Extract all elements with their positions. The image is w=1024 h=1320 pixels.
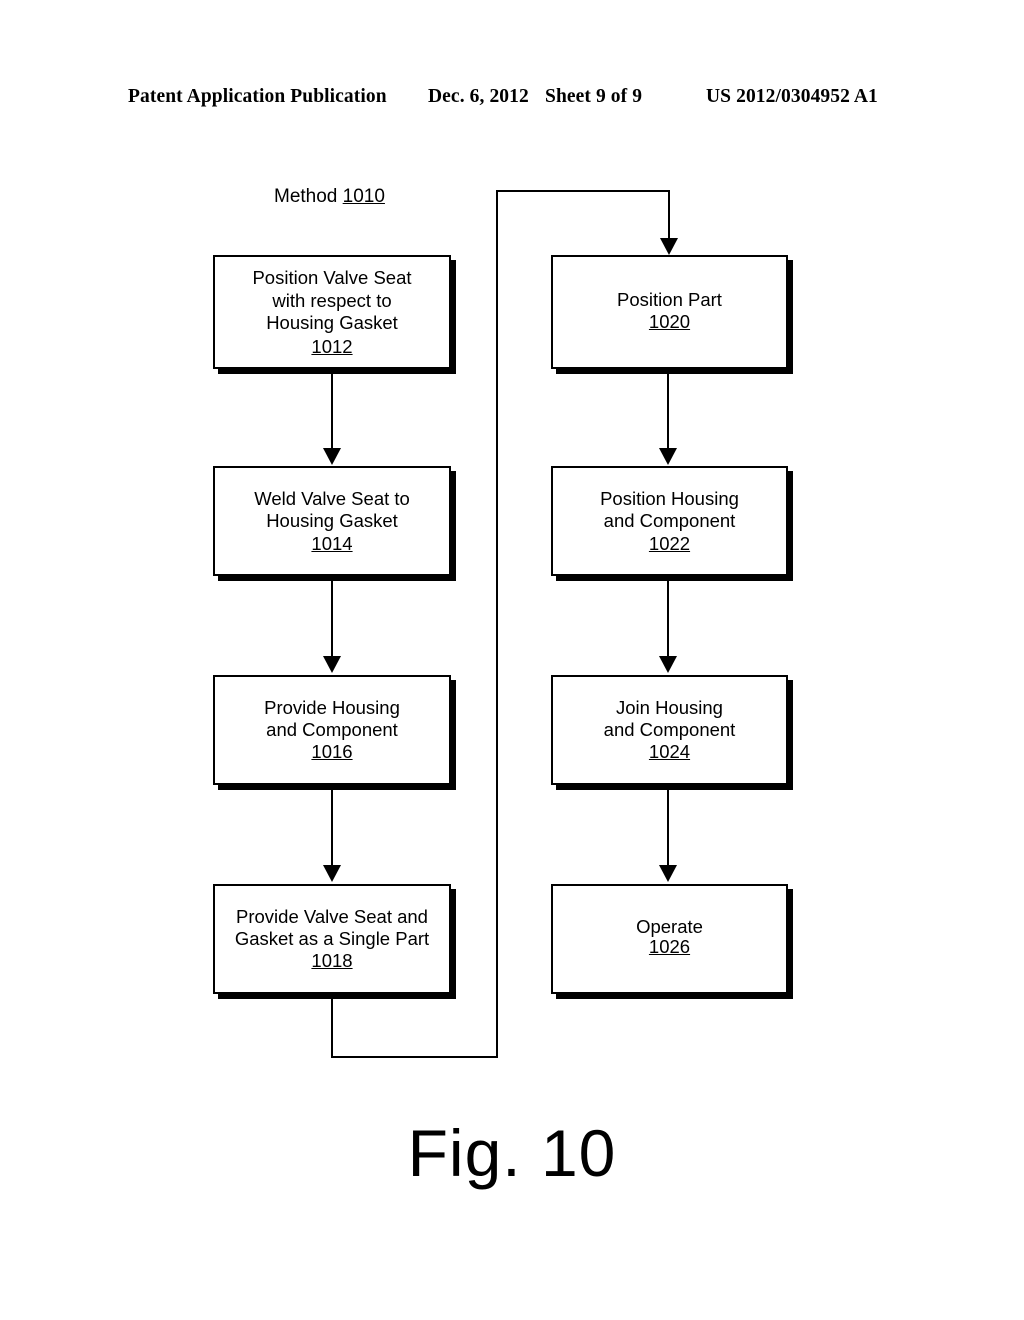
arrowhead-1022-to-1024 — [659, 656, 677, 673]
method-reference-number: 1010 — [342, 186, 385, 207]
process-box-1012-label: Position Valve Seat with respect to Hous… — [252, 267, 412, 334]
arrowhead-1024-to-1026 — [659, 865, 677, 882]
connector-into-1020-vertical — [668, 190, 670, 240]
process-box-1020-reference: 1020 — [648, 311, 691, 332]
connector-1022-to-1024 — [667, 581, 669, 657]
process-box-1014[interactable]: Weld Valve Seat to Housing Gasket — [213, 466, 451, 576]
connector-1024-to-1026 — [667, 790, 669, 866]
connector-1012-to-1014 — [331, 374, 333, 449]
process-box-1016[interactable]: Provide Housing and Component — [213, 675, 451, 785]
process-box-1022-reference: 1022 — [648, 533, 691, 554]
connector-top-horizontal — [496, 190, 670, 192]
process-box-1012-reference: 1012 — [311, 336, 353, 357]
process-box-1024-label: Join Housing and Component — [603, 696, 736, 741]
arrowhead-1012-to-1014 — [323, 448, 341, 465]
process-box-1020-label: Position Part — [617, 288, 722, 310]
connector-1018-down-segment — [331, 999, 333, 1058]
arrowhead-1020-to-1022 — [659, 448, 677, 465]
connector-bottom-horizontal — [331, 1056, 498, 1058]
process-box-1018[interactable]: Provide Valve Seat and Gasket as a Singl… — [213, 884, 451, 994]
process-box-1026-reference: 1026 — [648, 936, 691, 957]
method-label-text: Method — [274, 186, 343, 207]
connector-return-vertical — [496, 190, 498, 1058]
process-box-1016-reference: 1016 — [311, 741, 353, 762]
figure-caption: Fig. 10 — [407, 1116, 617, 1190]
arrowhead-1014-to-1016 — [323, 656, 341, 673]
connector-1014-to-1016 — [331, 581, 333, 657]
arrowhead-into-1020 — [660, 238, 678, 255]
process-box-1018-reference: 1018 — [311, 950, 353, 971]
process-box-1024[interactable]: Join Housing and Component — [551, 675, 788, 785]
process-box-1022[interactable]: Position Housing and Component — [551, 466, 788, 576]
process-box-1014-label: Weld Valve Seat to Housing Gasket — [254, 487, 410, 532]
arrowhead-1016-to-1018 — [323, 865, 341, 882]
process-box-1018-label: Provide Valve Seat and Gasket as a Singl… — [234, 905, 430, 950]
process-box-1014-reference: 1014 — [311, 533, 353, 554]
method-label: Method 1010 — [274, 186, 385, 208]
connector-1016-to-1018 — [331, 790, 333, 866]
process-box-1022-label: Position Housing and Component — [600, 487, 739, 532]
process-box-1026-label: Operate — [636, 915, 703, 937]
process-box-1016-label: Provide Housing and Component — [264, 696, 400, 741]
connector-1020-to-1022 — [667, 374, 669, 449]
process-box-1024-reference: 1024 — [648, 741, 691, 762]
